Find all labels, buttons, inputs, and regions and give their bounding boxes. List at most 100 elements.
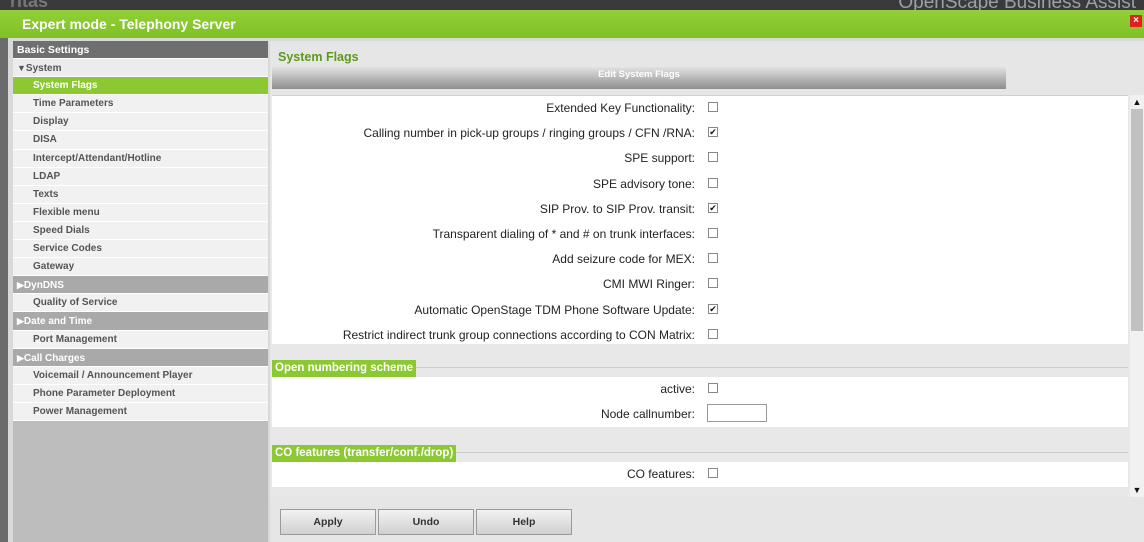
flag-row: Extended Key Functionality: (272, 96, 1128, 121)
left-edge (0, 38, 8, 542)
sidebar-item-system[interactable]: ▼System (13, 59, 268, 78)
sidebar-item-basic-settings: Basic Settings (13, 41, 268, 60)
flag-label: CMI MWI Ringer: (602, 277, 695, 292)
sidebar-item-port-management[interactable]: Port Management (13, 331, 268, 349)
flag-label: Extended Key Functionality: (546, 101, 695, 115)
co-features-row: CO features: (272, 462, 1128, 487)
flag-row: SPE support: (272, 146, 1128, 171)
sidebar-item-call-charges[interactable]: ▶Call Charges (13, 348, 268, 367)
vertical-scrollbar[interactable]: ▲ ▼ (1130, 95, 1144, 497)
flag-checkbox[interactable] (708, 152, 718, 163)
sidebar-item-texts[interactable]: Texts (13, 186, 268, 204)
main-panel: System Flags Edit System Flags Extended … (270, 41, 1144, 542)
sidebar-item-label: Basic Settings (17, 44, 90, 56)
sidebar-item-power-management[interactable]: Power Management (13, 403, 268, 421)
open-numbering-panel: active: Node callnumber: (272, 377, 1128, 427)
open-numbering-active-checkbox[interactable] (708, 383, 718, 393)
open-numbering-active-row: active: (272, 377, 1128, 402)
sidebar-item-label: Texts (33, 188, 59, 200)
flag-checkbox[interactable] (708, 177, 718, 188)
sidebar-item-intercept-attendant-hotline[interactable]: Intercept/Attendant/Hotline (13, 150, 268, 168)
background-logo: ritas (10, 0, 49, 10)
sidebar-item-system-flags[interactable]: System Flags (13, 77, 268, 96)
sidebar-item-label: Quality of Service (33, 297, 118, 309)
flag-row: CMI MWI Ringer: (272, 272, 1128, 297)
flag-label: Add seizure code for MEX: (552, 252, 695, 267)
page-title: System Flags (278, 50, 359, 64)
sidebar-item-service-codes[interactable]: Service Codes (13, 240, 268, 259)
open-numbering-header: Open numbering scheme (272, 360, 417, 377)
flag-row: SIP Prov. to SIP Prov. transit: (272, 197, 1128, 222)
flag-label: SPE advisory tone: (592, 176, 695, 191)
flag-checkbox[interactable] (708, 202, 718, 213)
sidebar-item-dyndns[interactable]: ▶DynDNS (13, 276, 268, 295)
scroll-down-icon[interactable]: ▼ (1130, 483, 1144, 497)
sidebar-item-ldap[interactable]: LDAP (13, 168, 268, 186)
sidebar-item-phone-parameter-deployment[interactable]: Phone Parameter Deployment (13, 385, 268, 403)
sidebar-item-label: Voicemail / Announcement Player (33, 369, 193, 381)
triangle-right-icon: ▶ (17, 316, 24, 327)
sidebar-item-quality-of-service[interactable]: Quality of Service (13, 294, 268, 313)
close-icon[interactable]: × (1130, 15, 1142, 27)
help-button[interactable]: Help (476, 509, 572, 535)
sidebar-item-voicemail-announcement-player[interactable]: Voicemail / Announcement Player (13, 367, 268, 385)
flag-checkbox[interactable] (708, 278, 718, 289)
flag-row: Calling number in pick-up groups / ringi… (272, 121, 1128, 146)
co-features-checkbox[interactable] (708, 468, 718, 478)
flag-label: Restrict indirect trunk group connection… (342, 327, 695, 342)
apply-button[interactable]: Apply (280, 509, 376, 535)
node-callnumber-row: Node callnumber: (272, 402, 1128, 427)
undo-button[interactable]: Undo (378, 509, 474, 535)
sidebar-item-date-and-time[interactable]: ▶Date and Time (13, 312, 268, 331)
sidebar: Basic Settings ▼System System Flags Time Pa… (13, 41, 268, 542)
sidebar-item-label: Service Codes (33, 243, 102, 255)
triangle-right-icon: ▶ (17, 352, 24, 363)
flag-row: Restrict indirect trunk group connection… (272, 323, 1128, 348)
sidebar-item-time-parameters[interactable]: Time Parameters (13, 95, 268, 114)
flag-label: SPE support: (624, 151, 695, 166)
scrollbar-thumb[interactable] (1131, 109, 1143, 331)
sidebar-item-label: Date and Time (23, 316, 93, 328)
node-callnumber-input[interactable] (707, 404, 767, 423)
flags-panel: Extended Key Functionality: Calling numbe… (272, 95, 1128, 344)
sidebar-item-label: LDAP (33, 170, 61, 182)
sidebar-item-label: Call Charges (23, 352, 86, 364)
flag-checkbox[interactable] (708, 303, 718, 314)
dialog-titlebar: Expert mode - Telephony Server × (0, 10, 1144, 38)
background-app-title: OpenScape Business Assist (898, 0, 1136, 10)
edit-bar: Edit System Flags (272, 67, 1006, 89)
flag-label: SIP Prov. to SIP Prov. transit: (539, 201, 695, 216)
sidebar-item-flexible-menu[interactable]: Flexible menu (13, 204, 268, 222)
field-label: CO features: (626, 467, 695, 481)
sidebar-item-label: DynDNS (23, 280, 64, 292)
sidebar-item-speed-dials[interactable]: Speed Dials (13, 222, 268, 241)
sidebar-item-label: DISA (33, 134, 57, 146)
flag-row: Add seizure code for MEX: (272, 247, 1128, 272)
field-label: active: (660, 382, 695, 396)
sidebar-item-label: Port Management (33, 333, 117, 345)
flag-checkbox[interactable] (708, 102, 718, 112)
form-scroll-area: Extended Key Functionality: Calling numbe… (270, 95, 1130, 497)
sidebar-item-label: Flexible menu (33, 206, 100, 218)
sidebar-item-label: System (25, 63, 62, 75)
sidebar-item-gateway[interactable]: Gateway (13, 258, 268, 277)
sidebar-item-label: Speed Dials (33, 224, 90, 236)
flag-row: SPE advisory tone: (272, 172, 1128, 197)
field-label: Node callnumber: (600, 407, 695, 422)
sidebar-item-label: Power Management (33, 405, 127, 417)
flag-row: Transparent dialing of * and # on trunk … (272, 222, 1128, 247)
co-features-header: CO features (transfer/conf./drop) (272, 445, 457, 462)
scroll-up-icon[interactable]: ▲ (1130, 95, 1144, 109)
flag-checkbox[interactable] (708, 328, 718, 339)
sidebar-item-display[interactable]: Display (13, 113, 268, 132)
flag-checkbox[interactable] (708, 227, 718, 238)
sidebar-item-label: Time Parameters (33, 98, 114, 110)
dialog-title: Expert mode - Telephony Server (22, 16, 236, 32)
flag-checkbox[interactable] (708, 127, 718, 138)
flag-label: Calling number in pick-up groups / ringi… (363, 126, 695, 141)
flag-label: Transparent dialing of * and # on trunk … (432, 226, 695, 241)
background-window: ritas OpenScape Business Assist (0, 0, 1144, 10)
flag-checkbox[interactable] (708, 253, 718, 264)
flag-row: Automatic OpenStage TDM Phone Software U… (272, 298, 1128, 323)
sidebar-item-disa[interactable]: DISA (13, 131, 268, 150)
